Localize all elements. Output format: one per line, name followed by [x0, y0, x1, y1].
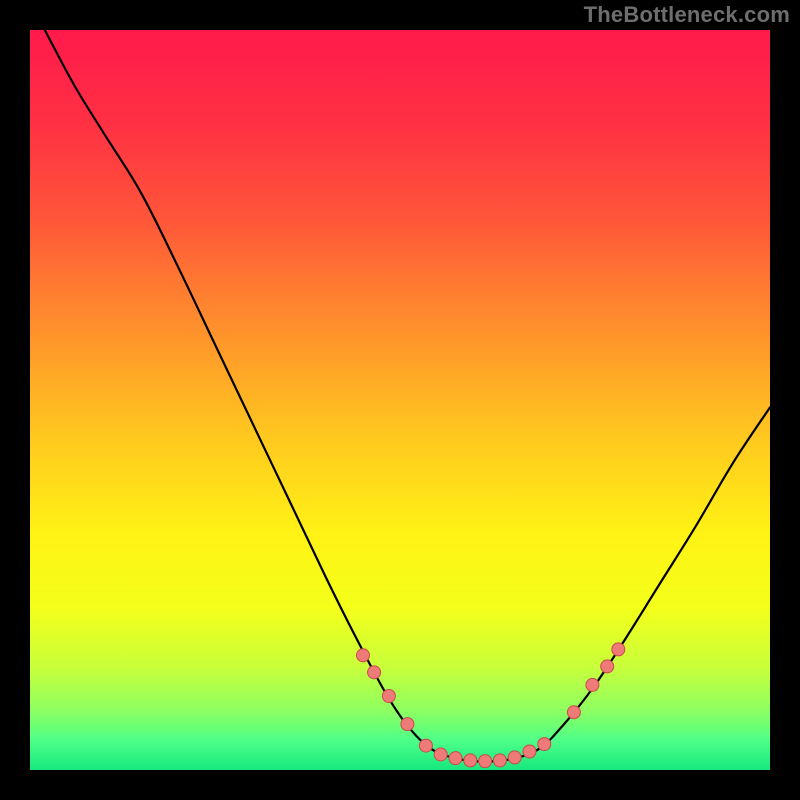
data-marker	[449, 752, 462, 765]
data-marker	[523, 745, 536, 758]
data-marker	[419, 739, 432, 752]
data-marker	[586, 678, 599, 691]
data-marker	[401, 718, 414, 731]
data-marker	[493, 754, 506, 767]
watermark-label: TheBottleneck.com	[584, 2, 790, 28]
data-marker	[434, 748, 447, 761]
data-marker	[368, 666, 381, 679]
data-marker	[464, 754, 477, 767]
bottleneck-chart	[0, 0, 800, 800]
chart-container: TheBottleneck.com	[0, 0, 800, 800]
data-marker	[508, 751, 521, 764]
data-marker	[479, 755, 492, 768]
data-marker	[357, 649, 370, 662]
plot-background	[30, 30, 770, 770]
data-marker	[601, 660, 614, 673]
data-marker	[567, 706, 580, 719]
data-marker	[382, 690, 395, 703]
data-marker	[612, 643, 625, 656]
data-marker	[538, 738, 551, 751]
